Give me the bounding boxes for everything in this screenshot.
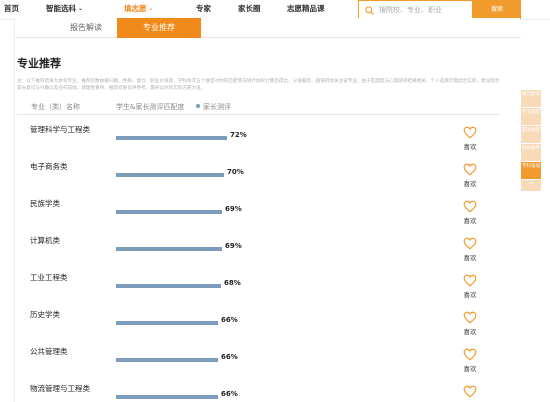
top-nav: 首页 智能选科⌄ 填志愿⌄ 专家 家长圈 志愿精品课 搜索 [0, 0, 550, 20]
major-name: 民族学类 [30, 199, 60, 208]
major-name: 公共管理类 [30, 347, 68, 356]
match-bar [116, 284, 221, 288]
list-item: 公共管理类 66% 喜欢 [0, 346, 506, 382]
major-name: 计算机类 [30, 236, 60, 245]
legend-label: 家长测评 [203, 103, 231, 111]
list-item: 电子商务类 70% 喜欢 [0, 161, 506, 197]
heart-outline-icon [463, 200, 477, 213]
like-button[interactable]: 喜欢 [462, 348, 478, 373]
match-percent: 66% [221, 390, 238, 398]
heart-outline-icon [463, 385, 477, 398]
nav-item-label: 专家 [196, 4, 211, 13]
match-percent: 68% [224, 279, 241, 287]
match-bar [116, 173, 224, 177]
nav-item-fill-application[interactable]: 填志愿 ⌄ [124, 3, 154, 14]
major-name: 历史学类 [30, 310, 60, 319]
major-name: 工业工程类 [30, 273, 68, 282]
nav-item-label: 首页 [4, 4, 19, 13]
nav-item-parents-circle[interactable]: 家长圈 [238, 3, 261, 14]
like-button[interactable]: 喜欢 [462, 163, 478, 188]
nav-item-home[interactable]: 首页 [4, 3, 19, 14]
match-bar-track [116, 210, 240, 214]
column-header-match: 学生&家长测评匹配度 [116, 103, 185, 111]
tab-bar: 报告解读 专业推荐 [15, 18, 521, 38]
list-item: 历史学类 66% 喜欢 [0, 309, 506, 345]
major-name: 物流管理与工程类 [30, 384, 90, 393]
heart-outline-icon [463, 311, 477, 324]
chevron-down-icon: ⌄ [148, 5, 154, 12]
like-button[interactable]: 喜欢 [462, 385, 478, 402]
tab-major-recommendation[interactable]: 专业推荐 [117, 18, 201, 38]
heart-outline-icon [463, 163, 477, 176]
nav-item-premium-course[interactable]: 志愿精品课 [287, 3, 325, 14]
search-input[interactable] [379, 3, 471, 17]
heart-outline-icon [463, 274, 477, 287]
heart-outline-icon [463, 348, 477, 361]
side-item-major[interactable]: 专业推荐 [521, 108, 541, 125]
nav-item-label: 志愿精品课 [287, 4, 325, 13]
like-label: 喜欢 [463, 143, 477, 151]
like-label: 喜欢 [463, 180, 477, 188]
nav-item-experts[interactable]: 专家 [196, 3, 211, 14]
search-icon [365, 6, 374, 15]
list-item: 民族学类 69% 喜欢 [0, 198, 506, 234]
like-label: 喜欢 [463, 291, 477, 299]
list-item: 工业工程类 68% 喜欢 [0, 272, 506, 308]
section-title: 专业推荐 [17, 57, 61, 70]
match-percent: 66% [221, 316, 238, 324]
match-bar-track [116, 136, 240, 140]
match-percent: 69% [225, 205, 242, 213]
side-item-career[interactable]: 职业推荐 [521, 126, 541, 143]
chevron-down-icon: ⌄ [78, 5, 84, 12]
side-quick-nav: 报告解读 专业推荐 职业推荐 院校推荐 学科强弱 ^ [521, 90, 541, 191]
match-percent: 72% [230, 131, 247, 139]
like-label: 喜欢 [463, 254, 477, 262]
match-bar [116, 321, 218, 325]
like-button[interactable]: 喜欢 [462, 237, 478, 262]
match-bar-track [116, 247, 240, 251]
like-label: 喜欢 [463, 328, 477, 336]
match-bar [116, 358, 218, 362]
legend-dot [196, 104, 200, 108]
match-bar [116, 395, 218, 399]
match-bar [116, 136, 227, 140]
list-item: 计算机类 69% 喜欢 [0, 235, 506, 271]
like-label: 喜欢 [463, 217, 477, 225]
column-header-major-name: 专业（类）名称 [31, 103, 80, 111]
heart-outline-icon [463, 126, 477, 139]
nav-item-smart-selection[interactable]: 智能选科 ⌄ [46, 3, 83, 14]
match-percent: 70% [227, 168, 244, 176]
header-divider [17, 114, 500, 115]
like-button[interactable]: 喜欢 [462, 126, 478, 151]
search-button[interactable]: 搜索 [473, 0, 521, 19]
legend-parent-evaluation: 家长测评 [196, 102, 231, 112]
major-name: 电子商务类 [30, 162, 68, 171]
search-box [358, 0, 473, 19]
match-percent: 66% [221, 353, 238, 361]
match-bar [116, 210, 222, 214]
side-item-college[interactable]: 院校推荐 [521, 144, 541, 161]
major-name: 管理科学与工程类 [30, 125, 90, 134]
match-percent: 69% [225, 242, 242, 250]
like-button[interactable]: 喜欢 [462, 274, 478, 299]
side-item-subject-strength[interactable]: 学科强弱 [521, 162, 541, 179]
like-label: 喜欢 [463, 365, 477, 373]
list-item: 管理科学与工程类 72% 喜欢 [0, 124, 506, 160]
nav-item-label: 家长圈 [238, 4, 261, 13]
nav-item-label: 智能选科 [46, 4, 76, 13]
match-bar-track [116, 284, 240, 288]
heart-outline-icon [463, 237, 477, 250]
match-bar [116, 247, 222, 251]
back-to-top-button[interactable]: ^ [521, 180, 541, 191]
disclaimer-note: 注：以下推荐结果为本科专业，推荐指数依据兴趣、性格、能力、职业价值观，学科依次五… [17, 79, 500, 91]
like-button[interactable]: 喜欢 [462, 311, 478, 336]
side-item-report[interactable]: 报告解读 [521, 90, 541, 107]
like-button[interactable]: 喜欢 [462, 200, 478, 225]
nav-item-label: 填志愿 [124, 4, 147, 13]
match-bar-track [116, 173, 240, 177]
list-item: 物流管理与工程类 66% 喜欢 [0, 383, 506, 402]
